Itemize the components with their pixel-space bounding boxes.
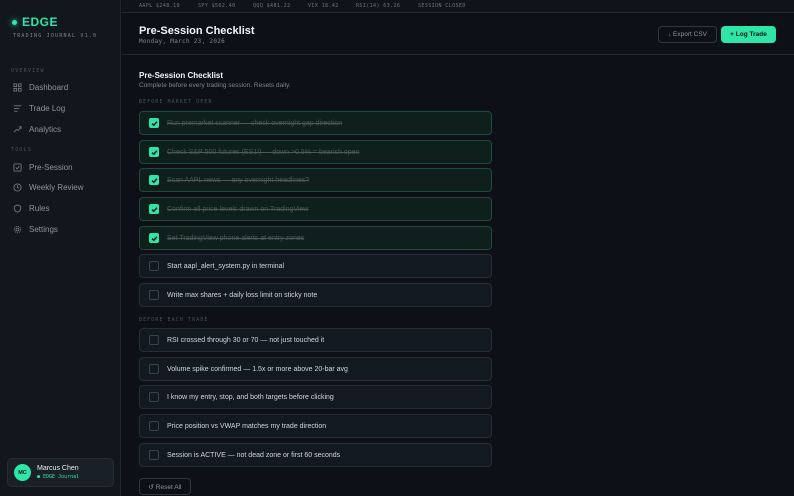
reset-all-button[interactable]: ↺ Reset All [139,478,191,495]
user-subtitle: ● EDGE Journal [37,474,80,480]
sidebar-item-trade-log[interactable]: Trade Log [7,99,114,117]
checklist-item[interactable]: Price position vs VWAP matches my trade … [139,414,492,438]
checkbox-checked[interactable] [149,175,159,185]
checklist-item-text: Run premarket scanner — check overnight … [167,119,343,127]
sidebar-item-rules[interactable]: Rules [7,199,114,217]
checklist-item[interactable]: Write max shares + daily loss limit on s… [139,283,492,307]
sidebar-item-label: Trade Log [29,103,66,113]
sidebar-item-dashboard[interactable]: Dashboard [7,78,114,96]
checkbox-icon [13,162,22,172]
trend-icon [13,125,22,133]
clock-icon [13,182,22,192]
avatar: MC [14,464,31,481]
shield-icon [13,203,22,213]
checkbox-checked[interactable] [149,118,159,128]
nav-section-overview: OVERVIEW [11,68,45,74]
brand-name: EDGE [22,15,59,29]
user-card[interactable]: MC Marcus Chen ● EDGE Journal [7,458,114,487]
brand-subtitle: TRADING JOURNAL V1.0 [13,33,98,39]
page-header: Pre-Session Checklist Monday, March 23, … [122,14,794,55]
checkbox[interactable] [149,392,159,402]
sidebar: EDGE TRADING JOURNAL V1.0 OVERVIEW Dashb… [0,0,121,496]
log-trade-button[interactable]: + Log Trade [721,26,776,43]
checklist-item-text: Session is ACTIVE — not dead zone or fir… [167,451,341,459]
checklist-item-text: Price position vs VWAP matches my trade … [167,422,327,430]
checkbox-checked[interactable] [149,233,159,243]
ticker-item: RSI(14) 63.26 [356,3,401,9]
checklist-item-text: Write max shares + daily loss limit on s… [167,291,318,299]
sidebar-item-label: Dashboard [29,82,69,92]
checklist-item-text: Check S&P 500 futures (ES1!) — down >0.5… [167,148,360,156]
checklist-item[interactable]: Start aapl_alert_system.py in terminal [139,254,492,278]
brand-dot-icon [12,19,17,25]
checklist-item[interactable]: Volume spike confirmed — 1.5x or more ab… [139,357,492,381]
sidebar-item-analytics[interactable]: Analytics [7,120,114,138]
sidebar-item-label: Rules [29,203,50,213]
checkbox-checked[interactable] [149,204,159,214]
checkmark-icon [151,235,157,241]
group-label-before-market-open: BEFORE MARKET OPEN [139,100,213,105]
checklist-title: Pre-Session Checklist [139,71,224,80]
checklist-item[interactable]: Confirm all price levels drawn on Tradin… [139,197,492,221]
checklist-item-text: Start aapl_alert_system.py in terminal [167,262,285,270]
brand: EDGE TRADING JOURNAL V1.0 [12,15,97,39]
checklist-subtitle: Complete before every trading session. R… [139,82,291,89]
checklist-item-text: Set TradingView phone alerts at entry zo… [167,234,305,242]
ticker-bar: AAPL $248.19 SPY $562.40 QQQ $481.22 VIX… [122,0,794,13]
sidebar-item-label: Settings [29,224,58,234]
export-csv-button[interactable]: ↓ Export CSV [658,26,717,43]
nav-section-tools: TOOLS [11,147,33,153]
checklist-item[interactable]: Session is ACTIVE — not dead zone or fir… [139,443,492,467]
ticker-item: SPY $562.40 [198,3,236,9]
sidebar-item-label: Analytics [29,124,62,134]
checklist-item[interactable]: Run premarket scanner — check overnight … [139,111,492,135]
ticker-item: AAPL $248.19 [139,3,180,9]
page-title: Pre-Session Checklist [139,25,255,37]
sidebar-item-pre-session[interactable]: Pre-Session [7,158,114,176]
gear-icon [13,225,22,233]
checkbox-checked[interactable] [149,147,159,157]
page-date: Monday, March 23, 2026 [139,38,226,45]
ticker-item: SESSION CLOSED [418,3,466,9]
sidebar-item-settings[interactable]: Settings [7,220,114,238]
checklist-item[interactable]: Scan AAPL news — any overnight headlines… [139,168,492,192]
checklist-item-text: RSI crossed through 30 or 70 — not just … [167,336,325,344]
checklist-item[interactable]: I know my entry, stop, and both targets … [139,385,492,409]
checklist-item-text: I know my entry, stop, and both targets … [167,393,334,401]
checkbox[interactable] [149,421,159,431]
sidebar-item-label: Weekly Review [29,182,84,192]
checkmark-icon [151,149,157,155]
ticker-item: QQQ $481.22 [253,3,291,9]
group-label-before-each-trade: BEFORE EACH TRADE [139,318,209,323]
checklist-item[interactable]: Check S&P 500 futures (ES1!) — down >0.5… [139,140,492,164]
checkmark-icon [151,177,157,183]
list-icon [13,104,22,112]
checkbox[interactable] [149,450,159,460]
checklist-item[interactable]: Set TradingView phone alerts at entry zo… [139,226,492,250]
checkbox[interactable] [149,261,159,271]
checkbox[interactable] [149,335,159,345]
grid-icon [13,82,22,92]
checkbox[interactable] [149,364,159,374]
checklist-item-text: Volume spike confirmed — 1.5x or more ab… [167,365,348,373]
checklist-item-text: Scan AAPL news — any overnight headlines… [167,176,310,184]
checkmark-icon [151,120,157,126]
main-content: Pre-Session Checklist Complete before ev… [122,56,794,496]
checklist-item-text: Confirm all price levels drawn on Tradin… [167,205,309,213]
ticker-item: VIX 18.42 [308,3,339,9]
sidebar-item-label: Pre-Session [29,162,73,172]
user-name: Marcus Chen [37,465,79,472]
checkbox[interactable] [149,290,159,300]
checkmark-icon [151,206,157,212]
checklist-item[interactable]: RSI crossed through 30 or 70 — not just … [139,328,492,352]
sidebar-item-weekly-review[interactable]: Weekly Review [7,178,114,196]
